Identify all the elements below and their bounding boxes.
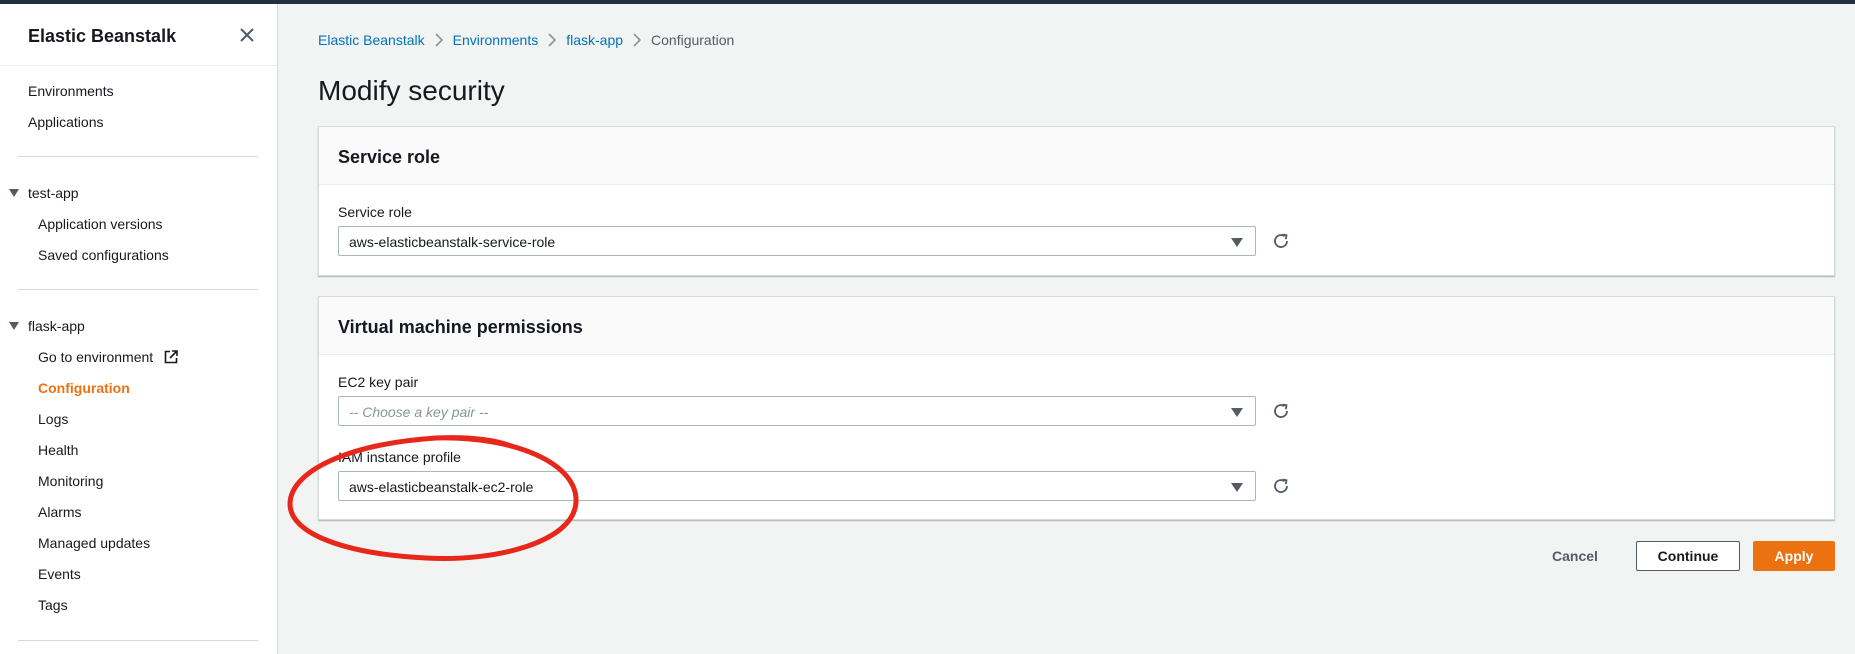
breadcrumb: Elastic Beanstalk Environments flask-app…: [318, 32, 734, 48]
panel-header: Service role: [319, 127, 1834, 185]
chevron-right-icon: [538, 33, 566, 47]
apply-button[interactable]: Apply: [1753, 541, 1835, 571]
top-bar: [0, 0, 1855, 4]
breadcrumb-flask-app[interactable]: flask-app: [566, 32, 623, 48]
continue-button[interactable]: Continue: [1636, 541, 1740, 571]
iam-instance-profile-label: IAM instance profile: [338, 449, 461, 465]
sidebar-item-applications[interactable]: Applications: [28, 114, 104, 130]
caret-down-icon: [1231, 483, 1243, 492]
select-placeholder: -- Choose a key pair --: [349, 404, 489, 420]
sidebar-header: Elastic Beanstalk: [0, 4, 277, 66]
sidebar-item-alarms[interactable]: Alarms: [38, 504, 82, 520]
caret-down-icon[interactable]: [9, 189, 19, 197]
chevron-right-icon: [425, 33, 453, 47]
refresh-icon[interactable]: [1271, 231, 1291, 251]
sidebar-divider: [18, 156, 258, 157]
refresh-icon[interactable]: [1271, 476, 1291, 496]
sidebar-group-flask-app[interactable]: flask-app: [28, 318, 85, 334]
sidebar-item-logs[interactable]: Logs: [38, 411, 68, 427]
breadcrumb-environments[interactable]: Environments: [453, 32, 539, 48]
sidebar-item-environments[interactable]: Environments: [28, 83, 114, 99]
sidebar-divider: [18, 640, 258, 641]
breadcrumb-current: Configuration: [651, 32, 735, 48]
panel-title: Virtual machine permissions: [338, 317, 583, 337]
select-value: aws-elasticbeanstalk-service-role: [349, 234, 556, 250]
sidebar-item-application-versions[interactable]: Application versions: [38, 216, 163, 232]
select-value: aws-elasticbeanstalk-ec2-role: [349, 479, 534, 495]
sidebar-item-configuration[interactable]: Configuration: [38, 380, 130, 396]
service-role-label: Service role: [338, 204, 412, 220]
page-title: Modify security: [318, 75, 505, 106]
chevron-right-icon: [623, 33, 651, 47]
ec2-key-pair-select[interactable]: -- Choose a key pair --: [338, 396, 1256, 426]
panel-header: Virtual machine permissions: [319, 297, 1834, 355]
sidebar-group-test-app[interactable]: test-app: [28, 185, 79, 201]
sidebar-item-health[interactable]: Health: [38, 442, 78, 458]
ec2-key-pair-label: EC2 key pair: [338, 374, 419, 390]
sidebar: Elastic Beanstalk Environments Applicati…: [0, 4, 278, 654]
sidebar-item-monitoring[interactable]: Monitoring: [38, 473, 103, 489]
sidebar-title: Elastic Beanstalk: [28, 26, 177, 46]
refresh-icon[interactable]: [1271, 401, 1291, 421]
sidebar-item-managed-updates[interactable]: Managed updates: [38, 535, 150, 551]
caret-down-icon: [1231, 238, 1243, 247]
vm-permissions-panel: Virtual machine permissions EC2 key pair…: [318, 296, 1835, 520]
cancel-button[interactable]: Cancel: [1535, 541, 1615, 571]
breadcrumb-elastic-beanstalk[interactable]: Elastic Beanstalk: [318, 32, 425, 48]
sidebar-item-tags[interactable]: Tags: [38, 597, 68, 613]
sidebar-divider: [18, 289, 258, 290]
sidebar-item-events[interactable]: Events: [38, 566, 81, 582]
sidebar-item-go-to-environment[interactable]: Go to environment: [38, 349, 153, 365]
close-icon[interactable]: [236, 24, 258, 46]
caret-down-icon: [1231, 408, 1243, 417]
sidebar-item-saved-configurations[interactable]: Saved configurations: [38, 247, 169, 263]
iam-instance-profile-select[interactable]: aws-elasticbeanstalk-ec2-role: [338, 471, 1256, 501]
caret-down-icon[interactable]: [9, 322, 19, 330]
external-link-icon[interactable]: [164, 350, 178, 364]
panel-title: Service role: [338, 147, 441, 167]
service-role-select[interactable]: aws-elasticbeanstalk-service-role: [338, 226, 1256, 256]
service-role-panel: Service role Service role aws-elasticbea…: [318, 126, 1835, 276]
